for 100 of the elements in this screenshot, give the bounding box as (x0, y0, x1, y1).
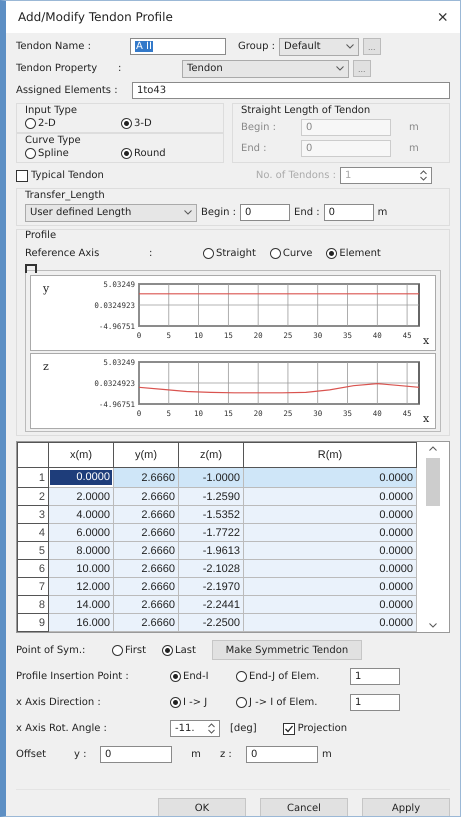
axis-label: x (423, 334, 430, 347)
chevron-down-icon (336, 66, 344, 71)
column-header: z(m) (178, 442, 244, 468)
table-cell[interactable]: 10.000 (48, 560, 114, 578)
tendon-property-dropdown[interactable]: Tendon (182, 60, 349, 78)
checkbox-icon[interactable] (282, 722, 295, 734)
table-cell[interactable]: 2.6660 (114, 578, 178, 596)
chevron-down-icon (346, 44, 354, 49)
colon-label: : (118, 63, 122, 74)
begin-field[interactable]: 0 (240, 204, 290, 221)
assigned-elements-field[interactable]: 1to43 (132, 82, 450, 99)
table-cell[interactable]: 0.0000 (244, 488, 416, 506)
field-label: End : (294, 207, 320, 218)
make-symmetric-button[interactable]: Make Symmetric Tendon (212, 640, 362, 660)
end-field[interactable]: 0 (324, 204, 374, 221)
field-label: x Axis Direction : (16, 697, 102, 708)
column-header: x(m) (48, 442, 114, 468)
table-cell[interactable]: 0.0000 (244, 596, 416, 614)
table-cell[interactable]: 2.6660 (114, 506, 178, 524)
unit-label: m (190, 749, 202, 760)
table-cell[interactable]: -1.5352 (178, 506, 244, 524)
radio-button[interactable]: I -> J (170, 697, 232, 708)
radio-button[interactable]: J -> I of Elem. (236, 697, 346, 708)
radio-button[interactable]: Round (121, 148, 181, 159)
table-cell[interactable]: -1.2590 (178, 488, 244, 506)
element-field[interactable]: 1 (350, 694, 400, 711)
table-cell[interactable]: 0.0000 (244, 506, 416, 524)
group-title: Straight Length of Tendon (241, 105, 372, 116)
group-title: Input Type (25, 105, 78, 116)
table-cell[interactable]: 2.0000 (48, 488, 114, 506)
table-cell[interactable]: 12.000 (48, 578, 114, 596)
typical-tendon-checkbox[interactable]: Typical Tendon (16, 170, 104, 182)
dialog-button[interactable]: Cancel (260, 798, 348, 816)
dialog-button[interactable]: Apply (362, 798, 450, 816)
chevron-down-icon (184, 210, 192, 215)
radio-button[interactable]: Spline (25, 148, 85, 159)
radio-button[interactable]: First (112, 644, 146, 656)
group-title: Transfer_Length (25, 190, 106, 201)
table-cell[interactable]: 2.6660 (114, 488, 178, 506)
table-cell[interactable]: 2.6660 (114, 614, 178, 632)
radio-button[interactable]: Curve (270, 248, 312, 259)
column-header: R(m) (244, 442, 416, 468)
scroll-up-icon[interactable] (429, 446, 437, 451)
table-cell[interactable]: -1.7722 (178, 524, 244, 542)
table-cell[interactable]: 0.0000 (244, 614, 416, 632)
checkbox-icon[interactable] (16, 170, 28, 182)
table-cell[interactable]: 0.0000 (244, 560, 416, 578)
table-cell[interactable]: -1.9613 (178, 542, 244, 560)
table-cell[interactable]: -2.2441 (178, 596, 244, 614)
radio-button[interactable]: 2-D (25, 118, 85, 129)
offset-z-field[interactable]: 0 (246, 746, 318, 763)
angle-spinner[interactable]: -11. (170, 720, 220, 737)
table-cell[interactable]: 0.0000 (244, 468, 416, 488)
radio-button[interactable]: Last (162, 644, 196, 656)
dialog-button[interactable]: OK (158, 798, 246, 816)
radio-button[interactable]: Element (326, 248, 381, 259)
axis-label: z (43, 360, 49, 373)
tendon-name-field[interactable]: A II (130, 38, 226, 55)
radio-button[interactable]: End-I (170, 671, 232, 682)
table-cell[interactable]: -2.1028 (178, 560, 244, 578)
table-cell[interactable]: 2.6660 (114, 596, 178, 614)
group-dropdown[interactable]: Default (279, 38, 359, 56)
unit-label: m (378, 207, 388, 218)
table-cell[interactable]: 6.0000 (48, 524, 114, 542)
table-cell[interactable]: 0.0000 (48, 468, 114, 488)
field-label: Tendon Name : (16, 41, 92, 52)
scroll-thumb[interactable] (426, 458, 440, 506)
radio-button[interactable]: 3-D (121, 118, 181, 129)
element-field[interactable]: 1 (350, 668, 400, 685)
table-cell[interactable]: 2.6660 (114, 468, 178, 488)
table-cell[interactable]: 2.6660 (114, 542, 178, 560)
radio-button[interactable]: End-J of Elem. (236, 671, 346, 682)
projection-checkbox[interactable]: Projection (282, 722, 348, 734)
offset-y-field[interactable]: 0 (100, 746, 172, 763)
column-header: y(m) (114, 442, 178, 468)
table-cell[interactable]: 0.0000 (244, 578, 416, 596)
table-cell[interactable]: -2.2500 (178, 614, 244, 632)
radio-button[interactable]: Straight (203, 248, 256, 259)
field-label: Profile Insertion Point : (16, 671, 130, 682)
table-cell[interactable]: -2.1970 (178, 578, 244, 596)
field-label: Begin : (241, 122, 278, 133)
table-cell[interactable]: -1.0000 (178, 468, 244, 488)
field-label: x Axis Rot. Angle : (16, 723, 108, 734)
spin-arrows-icon (208, 723, 215, 734)
field-label: z : (220, 749, 233, 760)
scroll-down-icon[interactable] (429, 623, 437, 628)
transfer-length-dropdown[interactable]: User defined Length (25, 204, 197, 222)
close-button[interactable]: × (433, 6, 452, 28)
table-cell[interactable]: 8.0000 (48, 542, 114, 560)
row-number: 9 (18, 614, 48, 632)
table-cell[interactable]: 16.000 (48, 614, 114, 632)
table-cell[interactable]: 0.0000 (244, 524, 416, 542)
table-cell[interactable]: 2.6660 (114, 524, 178, 542)
field-label: No. of Tendons : (256, 170, 336, 181)
table-cell[interactable]: 14.000 (48, 596, 114, 614)
table-cell[interactable]: 4.0000 (48, 506, 114, 524)
field-label: Begin : (201, 207, 236, 218)
group-title: Profile (25, 230, 58, 241)
table-cell[interactable]: 0.0000 (244, 542, 416, 560)
table-cell[interactable]: 2.6660 (114, 560, 178, 578)
